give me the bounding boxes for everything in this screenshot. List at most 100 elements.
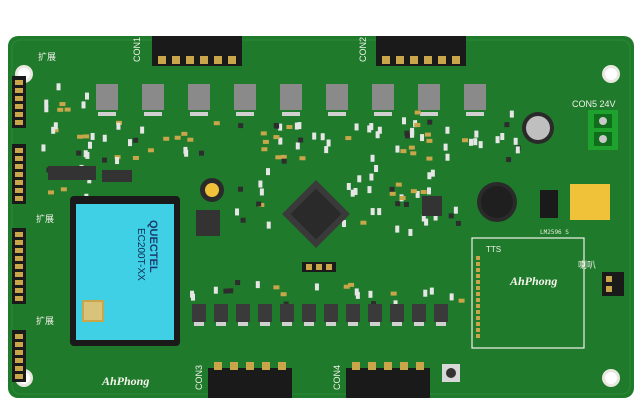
header-pin: [15, 334, 23, 339]
header-pin: [15, 96, 23, 101]
smd-capacitor: [280, 154, 287, 159]
header-pin: [15, 240, 23, 245]
header-pin: [15, 358, 23, 363]
smd-capacitor: [47, 190, 54, 195]
smd-resistor: [370, 208, 375, 216]
cellular-module: [70, 196, 180, 346]
smd-transistor: [235, 280, 241, 286]
header-pin: [15, 232, 23, 237]
header-pin: [15, 350, 23, 355]
panel-pin: [476, 316, 480, 320]
smd-resistor: [367, 186, 372, 194]
mosfet-chip: [302, 304, 316, 322]
smd-transistor: [455, 220, 461, 226]
driver-chip: [188, 84, 210, 110]
header-pin: [15, 120, 23, 125]
panel-pin: [476, 286, 480, 290]
smd-resistor: [355, 291, 360, 299]
panel-pin: [476, 280, 480, 284]
smd-capacitor: [400, 149, 407, 154]
smd-resistor: [353, 187, 358, 195]
driver-chip-lead: [282, 112, 300, 116]
smd-capacitor: [408, 145, 415, 150]
smd-capacitor: [163, 136, 170, 141]
mosfet-chip-lead: [392, 322, 402, 326]
connector-pin: [396, 56, 404, 64]
smd-resistor: [266, 221, 271, 229]
mosfet-chip-lead: [348, 322, 358, 326]
driver-chip-lead: [98, 112, 116, 116]
driver-chip-lead: [190, 112, 208, 116]
smd-capacitor: [260, 131, 267, 136]
smd-capacitor: [299, 156, 306, 161]
mosfet-chip: [390, 304, 404, 322]
smd-resistor: [410, 129, 415, 137]
mosfet-chip: [236, 304, 250, 322]
smd-resistor: [295, 142, 300, 150]
connector-pin: [228, 56, 236, 64]
header-pin: [15, 280, 23, 285]
regulator-label: LM2596 S: [540, 229, 569, 236]
smd-resistor: [513, 137, 518, 145]
smd-resistor: [443, 143, 448, 151]
smd-resistor: [190, 293, 195, 301]
mosfet-chip-lead: [304, 322, 314, 326]
panel-pin: [476, 328, 480, 332]
smd-resistor: [312, 132, 317, 140]
panel-pin: [476, 298, 480, 302]
module-model: EC200T-XX: [135, 228, 146, 281]
speaker-label: 喇叭: [578, 259, 596, 270]
speaker-header: [602, 272, 624, 296]
header-pin: [15, 164, 23, 169]
smd-resistor: [85, 151, 90, 159]
driver-chip: [326, 84, 348, 110]
mosfet-chip: [346, 304, 360, 322]
smd-resistor: [445, 126, 450, 134]
left-mid-label: 扩展: [36, 213, 54, 224]
con5-label: CON5 24V: [572, 99, 616, 109]
smd-capacitor: [64, 107, 71, 112]
smd-resistor: [258, 180, 263, 188]
smd-resistor: [81, 101, 86, 109]
driver-chip-lead: [374, 112, 392, 116]
smd-resistor: [469, 138, 474, 146]
smd-resistor: [449, 293, 454, 301]
smd-capacitor: [57, 107, 64, 112]
smd-resistor: [515, 146, 520, 154]
smd-capacitor: [77, 134, 84, 139]
header-pin: [15, 288, 23, 293]
smd-resistor: [445, 153, 450, 161]
driver-chip: [372, 84, 394, 110]
bottom-brand: AhPhong: [101, 374, 149, 388]
driver-chip-lead: [144, 112, 162, 116]
smd-resistor: [377, 126, 382, 134]
smd-capacitor: [280, 292, 287, 297]
connector-pin: [172, 56, 180, 64]
smd-capacitor: [345, 136, 352, 141]
smd-resistor: [102, 134, 107, 142]
smd-resistor: [473, 138, 478, 146]
header-pin: [15, 256, 23, 261]
smd-capacitor: [275, 155, 282, 160]
driver-chip-lead: [328, 112, 346, 116]
smd-capacitor: [262, 139, 269, 144]
con1-label: CON1: [132, 37, 142, 62]
smd-resistor: [294, 122, 299, 130]
smd-transistor: [273, 123, 279, 129]
smd-resistor: [41, 144, 46, 152]
smd-resistor: [495, 136, 500, 144]
header-pin: [15, 342, 23, 347]
smd-capacitor: [414, 110, 421, 115]
smd-resistor: [326, 139, 331, 147]
smd-resistor: [401, 117, 406, 125]
panel-pin: [476, 322, 480, 326]
driver-chip: [418, 84, 440, 110]
mosfet-chip: [434, 304, 448, 322]
smd-transistor: [504, 122, 510, 128]
pcb-render: CON1 CON2 CON3 CON4 CON5 24V 扩展 扩展 扩展 喇叭…: [0, 0, 640, 400]
smd-resistor: [324, 146, 329, 154]
smd-capacitor: [261, 147, 268, 152]
header-pin: [15, 188, 23, 193]
smd-capacitor: [132, 155, 139, 160]
connector-pin: [424, 56, 432, 64]
